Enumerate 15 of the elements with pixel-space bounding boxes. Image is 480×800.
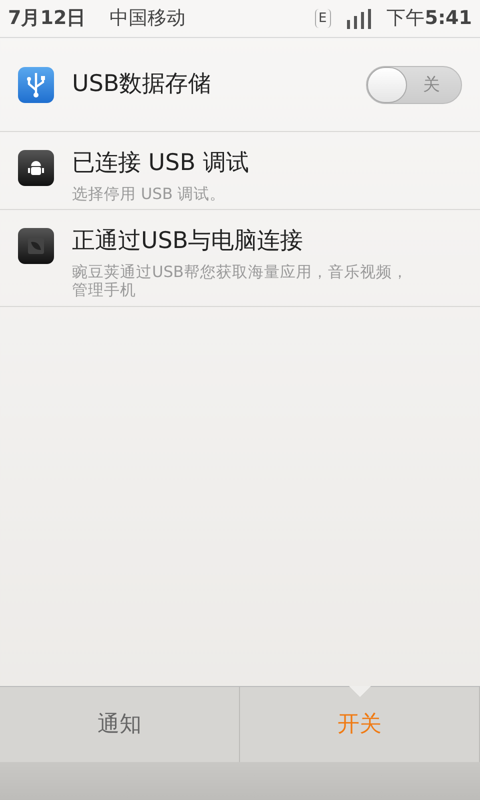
network-type-text: E (314, 8, 331, 28)
item-subtitle: 豌豆荚通过USB帮您获取海量应用，音乐视频，管理手机 (72, 262, 409, 300)
carrier-text: 中国移动 (110, 6, 186, 32)
item-title: 已连接 USB 调试 (72, 149, 250, 178)
item-title: USB数据存储 (72, 70, 212, 100)
toggle-switch[interactable]: 关 (366, 66, 462, 104)
signal-icon (346, 8, 371, 28)
item-subtitle: 选择停用 USB 调试。 (72, 184, 227, 204)
selection-pointer-icon (349, 686, 371, 697)
usb-icon (18, 66, 54, 102)
android-icon (18, 150, 54, 186)
clock-text: 下午5:41 (386, 6, 472, 32)
leaf-icon (18, 228, 54, 264)
date-text: 7月12日 (8, 6, 86, 32)
item-title: 正通过USB与电脑连接 (72, 227, 304, 256)
